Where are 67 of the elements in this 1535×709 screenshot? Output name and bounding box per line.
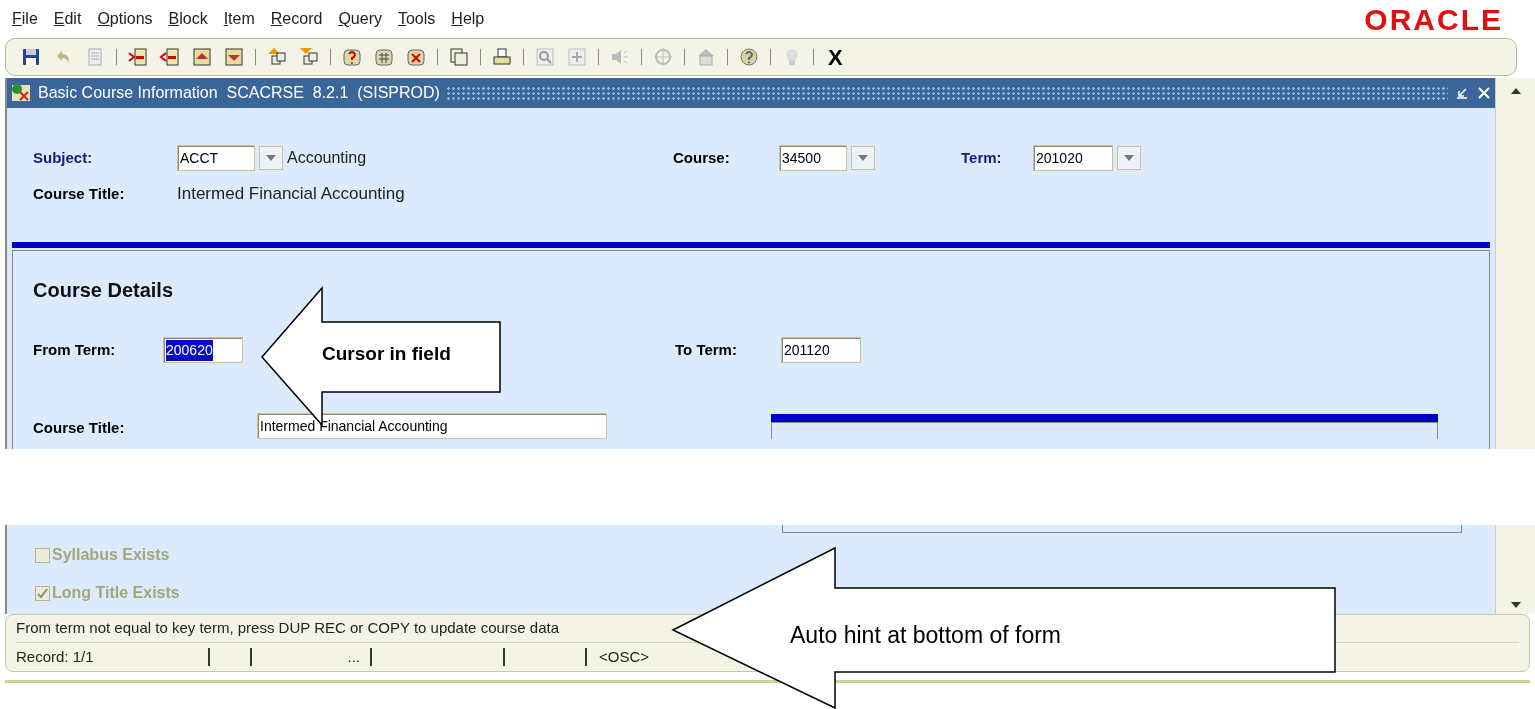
down-triangle-page-icon[interactable] [223, 46, 245, 68]
question-cylinder-icon[interactable] [341, 46, 363, 68]
arrow-in-page-icon[interactable] [127, 46, 149, 68]
field-label: Course Title: [33, 417, 126, 438]
callout-label: Cursor in field [322, 342, 451, 366]
menu-item[interactable]: Edit [53, 7, 82, 31]
up-triangle-page-icon[interactable] [191, 46, 213, 68]
grid-cylinder-icon[interactable] [373, 46, 395, 68]
field-value: 201020 [1036, 148, 1083, 168]
up-triangle-stack-icon[interactable] [266, 46, 288, 68]
logo: ORACLE [1364, 1, 1503, 38]
checkbox-label: Long Title Exists [52, 583, 180, 603]
field-value: 34500 [782, 148, 821, 168]
field-label: Subject: [33, 147, 94, 168]
field-value: Intermed Financial Accounting [260, 416, 448, 436]
pages-icon[interactable] [448, 46, 470, 68]
field-label: To Term: [675, 339, 738, 360]
field-label: Course Title: [33, 183, 126, 204]
window-title: Basic Course Information SCACRSE 8.2.1 (SISPROD) [38, 83, 440, 103]
close-icon[interactable] [1476, 85, 1492, 101]
scroll-up-icon[interactable] [1508, 86, 1523, 96]
dropdown-button[interactable] [851, 146, 875, 170]
field-value: ACCT [180, 148, 219, 168]
caret-icon [1124, 155, 1134, 161]
dropdown-button[interactable] [259, 146, 283, 170]
menu-item[interactable]: Options [97, 7, 153, 31]
text-field[interactable]: 201120 [781, 337, 861, 363]
status-field: ... [252, 645, 370, 669]
menu-item[interactable]: Query [338, 7, 382, 31]
dropdown-button[interactable] [1117, 146, 1141, 170]
text-field[interactable]: ACCT [177, 145, 255, 171]
field-label: Term: [961, 147, 1003, 168]
caret-icon [858, 155, 868, 161]
arrow-out-page-icon[interactable] [159, 46, 181, 68]
menu-item[interactable]: Block [168, 7, 208, 31]
scrollbar[interactable] [1495, 78, 1535, 449]
form-icon [10, 82, 32, 104]
text-field[interactable]: Intermed Financial Accounting [257, 413, 607, 439]
magnifier-icon[interactable] [534, 46, 556, 68]
text-field[interactable]: 34500 [779, 145, 847, 171]
subject-description: Accounting [287, 148, 368, 168]
course-title-value: Intermed Financial Accounting [177, 183, 405, 205]
down-triangle-stack-icon[interactable] [298, 46, 320, 68]
menu-item[interactable]: Tools [397, 7, 436, 31]
scrollbar[interactable] [1495, 525, 1535, 614]
text-field[interactable]: 201020 [1033, 145, 1113, 171]
help-icon[interactable] [738, 46, 760, 68]
field-value: 201120 [784, 340, 830, 360]
menu-item[interactable]: Record [270, 7, 323, 31]
field-label: From Term: [33, 339, 117, 360]
printer-icon[interactable] [491, 46, 513, 68]
mode-indicator: <OSC> [598, 646, 650, 667]
scroll-down-icon[interactable] [1508, 600, 1523, 610]
section-heading: Course Details [33, 278, 175, 303]
x-cylinder-icon[interactable] [405, 46, 427, 68]
record-count: Record: 1/1 [16, 646, 95, 667]
caret-icon [266, 155, 276, 161]
minimize-icon[interactable] [1454, 85, 1470, 101]
callout-label: Auto hint at bottom of form [790, 621, 1062, 650]
menu-item[interactable]: Help [451, 7, 485, 31]
checkbox-label: Syllabus Exists [52, 545, 170, 565]
exit-button[interactable]: X [824, 40, 847, 74]
field-value: 200620 [166, 339, 213, 361]
text-field[interactable]: 200620 [163, 337, 243, 363]
menu-item[interactable]: File [12, 7, 38, 31]
field-label: Course: [673, 147, 731, 168]
menu-item[interactable]: Item [223, 7, 255, 31]
